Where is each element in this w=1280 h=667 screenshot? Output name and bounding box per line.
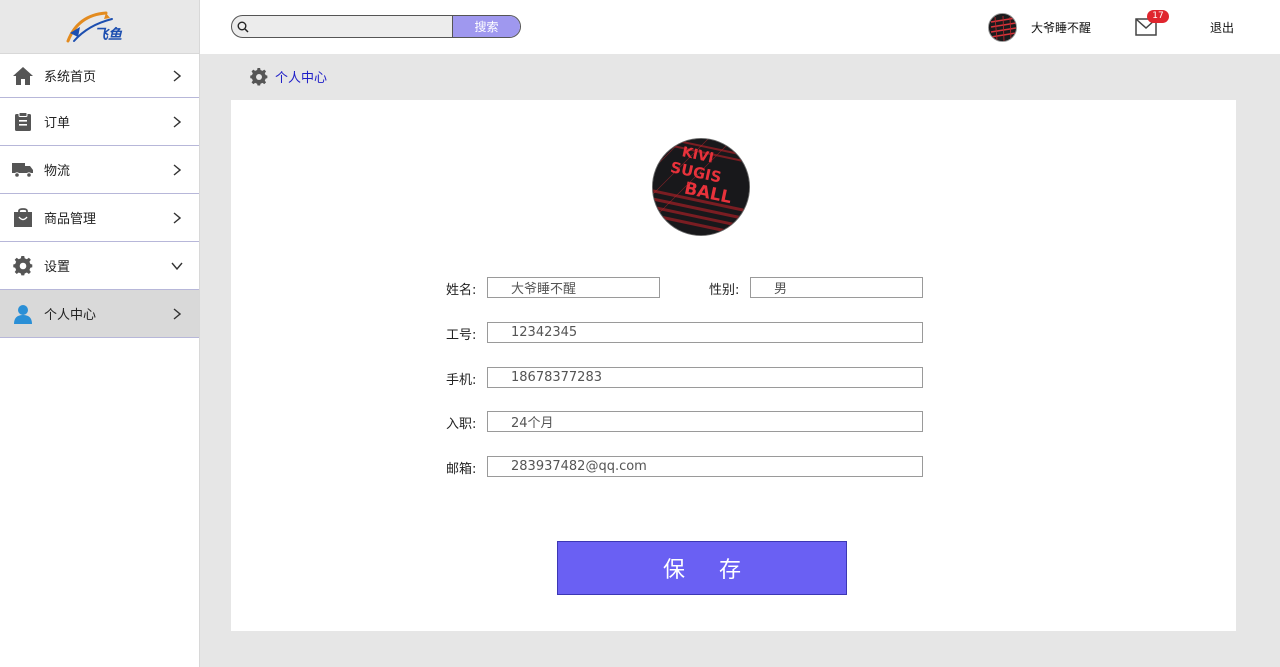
- phone-field[interactable]: [487, 367, 923, 388]
- save-button[interactable]: 保存: [557, 541, 847, 595]
- sidebar-item-orders[interactable]: 订单: [0, 98, 199, 146]
- chevron-right-icon: [171, 307, 183, 320]
- sidebar-item-label: 订单: [44, 116, 71, 131]
- tenure-field[interactable]: [487, 411, 923, 432]
- chevron-down-icon: [171, 260, 183, 272]
- employee-id-field[interactable]: [487, 322, 923, 343]
- chevron-right-icon: [171, 69, 183, 82]
- gender-label: 性别:: [709, 283, 740, 298]
- sidebar-item-home[interactable]: 系统首页: [0, 54, 199, 98]
- notification-badge: 17: [1147, 10, 1169, 23]
- sidebar-item-label: 设置: [44, 260, 71, 275]
- name-label: 姓名:: [446, 283, 477, 298]
- brand-logo-icon: 飞鱼: [66, 11, 123, 43]
- truck-icon: [12, 159, 34, 181]
- gender-field[interactable]: [750, 277, 923, 298]
- avatar[interactable]: [988, 13, 1017, 42]
- email-label: 邮箱:: [446, 462, 477, 477]
- search-input[interactable]: [254, 16, 452, 37]
- logo-text: 飞鱼: [94, 26, 123, 43]
- breadcrumb-current[interactable]: 个人中心: [275, 67, 327, 86]
- phone-label: 手机:: [446, 373, 477, 388]
- chevron-right-icon: [171, 163, 183, 176]
- chevron-right-icon: [171, 211, 183, 224]
- profile-card: KIVI SUGIS BALL 姓名: 性别: 工号: 手机: 入职: 邮箱: …: [231, 100, 1236, 631]
- header: 搜索 大爷睡不醒 17 退出: [200, 0, 1280, 54]
- shopping-bag-icon: [12, 207, 34, 229]
- gear-icon: [250, 67, 268, 86]
- search-icon: [232, 16, 254, 37]
- name-field[interactable]: [487, 277, 660, 298]
- employee-id-label: 工号:: [446, 328, 477, 343]
- sidebar-item-products[interactable]: 商品管理: [0, 194, 199, 242]
- sidebar-item-label: 物流: [44, 164, 71, 179]
- sidebar-item-profile[interactable]: 个人中心: [0, 290, 199, 338]
- logout-button[interactable]: 退出: [1210, 19, 1234, 36]
- profile-avatar[interactable]: KIVI SUGIS BALL: [652, 138, 750, 236]
- gear-icon: [12, 255, 34, 277]
- user-icon: [12, 303, 34, 325]
- email-field[interactable]: [487, 456, 923, 477]
- profile-avatar-image: KIVI SUGIS BALL: [653, 139, 749, 235]
- sidebar-item-settings[interactable]: 设置: [0, 242, 199, 290]
- logo[interactable]: 飞鱼: [0, 0, 199, 54]
- search-bar: 搜索: [231, 15, 521, 38]
- user-name[interactable]: 大爷睡不醒: [1031, 19, 1091, 36]
- sidebar-item-logistics[interactable]: 物流: [0, 146, 199, 194]
- sidebar-item-label: 个人中心: [44, 308, 97, 323]
- sidebar-item-label: 系统首页: [44, 70, 97, 85]
- sidebar-item-label: 商品管理: [44, 212, 97, 227]
- home-icon: [12, 65, 34, 87]
- chevron-right-icon: [171, 115, 183, 128]
- sidebar: 飞鱼 系统首页 订单 物流 商品管理 设置 个人中心: [0, 0, 200, 667]
- search-button[interactable]: 搜索: [452, 16, 520, 37]
- breadcrumb: 个人中心: [250, 67, 327, 86]
- tenure-label: 入职:: [446, 417, 477, 432]
- clipboard-icon: [12, 111, 34, 133]
